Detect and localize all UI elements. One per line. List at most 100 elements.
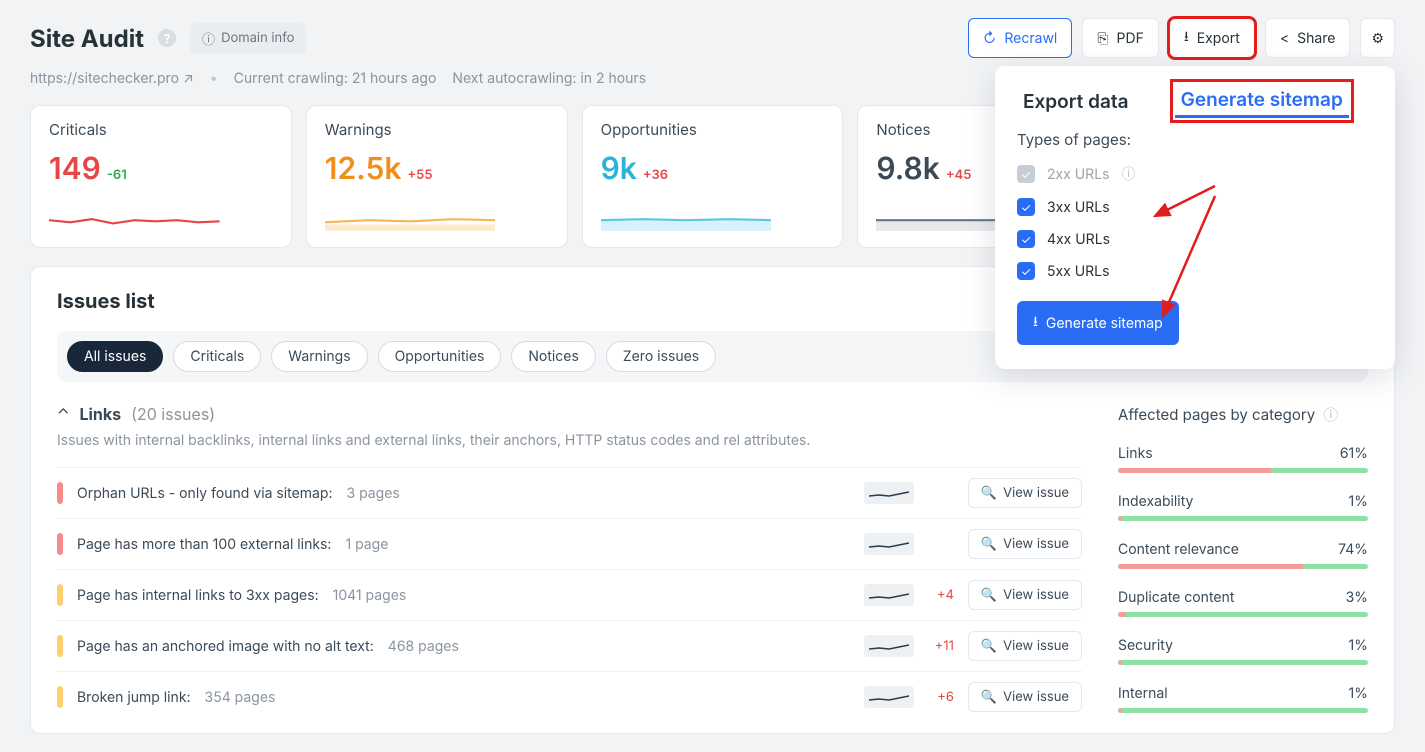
category-name: Content relevance — [1118, 541, 1239, 558]
info-icon[interactable]: ⓘ — [1122, 164, 1136, 184]
view-issue-button[interactable]: 🔍View issue — [968, 529, 1082, 559]
issue-row: Page has internal links to 3xx pages: 10… — [57, 569, 1082, 620]
checkbox-5xx[interactable]: ✓ 5xx URLs — [1017, 255, 1373, 287]
severity-badge — [57, 533, 63, 555]
sparkline — [325, 201, 496, 233]
category-name: Links — [1118, 445, 1153, 462]
issue-sparkline — [864, 482, 914, 504]
generate-sitemap-label: Generate sitemap — [1046, 315, 1163, 332]
issue-title: Page has more than 100 external links: — [77, 536, 331, 553]
issue-title: Orphan URLs - only found via sitemap: — [77, 485, 333, 502]
checkbox-2xx: ✓ 2xx URLs ⓘ — [1017, 157, 1373, 191]
issue-trend: +6 — [928, 689, 954, 705]
issue-subtext: 354 pages — [205, 689, 276, 706]
gear-icon: ⚙ — [1371, 30, 1384, 47]
view-issue-button[interactable]: 🔍View issue — [968, 682, 1082, 712]
card-value: 9k — [601, 151, 637, 187]
filter-warnings[interactable]: Warnings — [271, 341, 367, 372]
share-label: Share — [1297, 30, 1335, 47]
share-icon: < — [1280, 30, 1289, 47]
tab-generate-sitemap[interactable]: Generate sitemap — [1175, 84, 1349, 118]
filter-criticals[interactable]: Criticals — [173, 341, 261, 372]
category-row[interactable]: Indexability 1% — [1118, 493, 1368, 521]
issue-row: Orphan URLs - only found via sitemap: 3 … — [57, 467, 1082, 518]
domain-info-label: Domain info — [221, 30, 294, 46]
filter-notices[interactable]: Notices — [511, 341, 595, 372]
issue-sparkline — [864, 635, 914, 657]
filter-opportunities[interactable]: Opportunities — [378, 341, 502, 372]
category-bar — [1118, 468, 1368, 473]
category-row[interactable]: Duplicate content3% — [1118, 589, 1368, 617]
checkbox-3xx[interactable]: ✓ 3xx URLs — [1017, 191, 1373, 223]
issue-subtext: 3 pages — [347, 485, 400, 502]
issue-row: Broken jump link: 354 pages+6🔍View issue — [57, 671, 1082, 722]
site-url-link[interactable]: https://sitechecker.pro ↗ — [30, 70, 194, 87]
card-criticals[interactable]: Criticals 149 -61 — [30, 105, 292, 248]
checkbox-icon: ✓ — [1017, 165, 1035, 183]
category-name: Indexability — [1118, 493, 1193, 510]
dropdown-subtitle: Types of pages: — [1017, 130, 1373, 149]
category-row[interactable]: Links 61% — [1118, 445, 1368, 473]
card-delta: +45 — [946, 167, 972, 183]
export-label: Export — [1197, 30, 1240, 47]
affected-pages-title: Affected pages by category ⓘ — [1118, 404, 1368, 425]
category-row[interactable]: Internal1% — [1118, 685, 1368, 713]
issue-sparkline — [864, 533, 914, 555]
generate-sitemap-button[interactable]: ⭳ Generate sitemap — [1017, 301, 1179, 345]
issue-row: Page has an anchored image with no alt t… — [57, 620, 1082, 671]
share-button[interactable]: < Share — [1265, 18, 1351, 58]
category-row[interactable]: Content relevance74% — [1118, 541, 1368, 569]
card-value: 12.5k — [325, 151, 402, 187]
issue-subtext: 1 page — [345, 536, 388, 553]
checkbox-4xx[interactable]: ✓ 4xx URLs — [1017, 223, 1373, 255]
group-name: Links — [80, 404, 122, 424]
issue-group-toggle[interactable]: ⌃ Links (20 issues) — [57, 404, 1082, 424]
view-issue-button[interactable]: 🔍View issue — [968, 478, 1082, 508]
checkbox-icon: ✓ — [1017, 262, 1035, 280]
view-issue-button[interactable]: 🔍View issue — [968, 631, 1082, 661]
category-row[interactable]: Security1% — [1118, 637, 1368, 665]
severity-badge — [57, 686, 63, 708]
issue-subtext: 468 pages — [388, 638, 459, 655]
group-count: (20 issues) — [131, 404, 215, 424]
page-title: Site Audit — [30, 24, 144, 53]
pdf-button[interactable]: ⎘ PDF — [1082, 18, 1159, 58]
issue-sparkline — [864, 584, 914, 606]
checkbox-icon: ✓ — [1017, 198, 1035, 216]
issue-subtext: 1041 pages — [333, 587, 407, 604]
category-pct: 1% — [1349, 637, 1368, 654]
download-icon: ⭳ — [1033, 311, 1038, 335]
recrawl-button[interactable]: ↻ Recrawl — [968, 18, 1072, 58]
view-issue-button[interactable]: 🔍View issue — [968, 580, 1082, 610]
severity-badge — [57, 482, 63, 504]
filter-zero-issues[interactable]: Zero issues — [606, 341, 716, 372]
issue-sparkline — [864, 686, 914, 708]
category-bar — [1118, 564, 1368, 569]
info-icon[interactable]: ⓘ — [1323, 404, 1338, 425]
category-pct: 61% — [1340, 445, 1368, 462]
next-crawl: Next autocrawling: in 2 hours — [452, 70, 646, 87]
group-description: Issues with internal backlinks, internal… — [57, 432, 1082, 449]
issue-trend: +11 — [928, 638, 954, 654]
category-bar — [1118, 708, 1368, 713]
info-icon: ⓘ — [202, 29, 215, 48]
settings-button[interactable]: ⚙ — [1360, 18, 1395, 58]
card-delta: +55 — [407, 167, 432, 183]
card-title: Warnings — [325, 120, 549, 139]
tab-export-data[interactable]: Export data — [1017, 86, 1135, 117]
filter-all-issues[interactable]: All issues — [67, 341, 163, 372]
search-icon: 🔍 — [981, 536, 997, 552]
domain-info-button[interactable]: ⓘ Domain info — [190, 23, 306, 54]
card-warnings[interactable]: Warnings 12.5k +55 — [306, 105, 568, 248]
category-pct: 1% — [1349, 493, 1368, 510]
severity-badge — [57, 584, 63, 606]
help-icon[interactable]: ? — [158, 29, 176, 47]
export-dropdown: Export data Generate sitemap Types of pa… — [995, 66, 1395, 369]
category-bar — [1118, 660, 1368, 665]
export-button[interactable]: ⭳ Export — [1169, 18, 1255, 58]
checkbox-label: 5xx URLs — [1047, 263, 1109, 280]
card-opportunities[interactable]: Opportunities 9k +36 — [582, 105, 844, 248]
issue-title: Page has an anchored image with no alt t… — [77, 638, 374, 655]
checkbox-label: 4xx URLs — [1047, 231, 1110, 248]
category-bar — [1118, 516, 1368, 521]
